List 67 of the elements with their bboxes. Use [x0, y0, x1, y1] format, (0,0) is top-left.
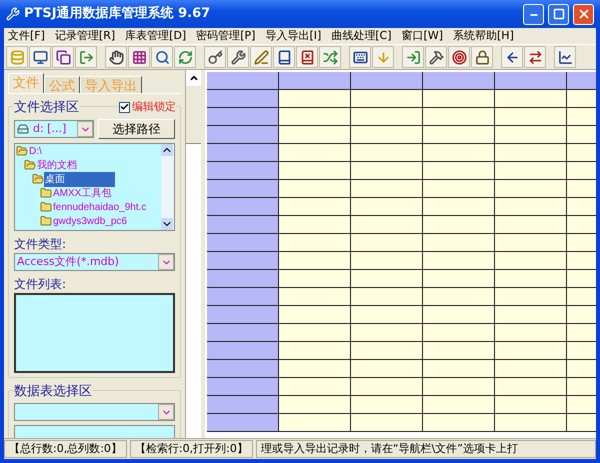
tree-item[interactable]: 桌面 [44, 172, 115, 186]
drive-icon [17, 123, 29, 135]
up-chevron-icon[interactable] [188, 73, 198, 83]
target-icon[interactable] [448, 46, 470, 68]
exit-door-icon[interactable] [75, 46, 97, 68]
pen-icon[interactable] [250, 46, 272, 68]
down-chevron-icon[interactable] [161, 218, 173, 230]
import-icon[interactable] [402, 46, 424, 68]
scrollbar-thumb[interactable] [186, 86, 201, 144]
file-list[interactable] [14, 293, 175, 373]
folder-icon [40, 215, 52, 227]
field-label: 文件列表: [14, 276, 68, 293]
book-delete-icon[interactable] [296, 46, 318, 68]
menu-item[interactable]: 系统帮助[H] [453, 28, 514, 44]
menu-item[interactable]: 导入导出[I] [265, 28, 322, 44]
status-text: 【检索行:0,打开列:0】 [130, 440, 253, 458]
grid-icon[interactable] [128, 46, 150, 68]
folder-icon [40, 201, 52, 213]
menu-item[interactable]: 库表管理[D] [125, 28, 186, 44]
open-folder-icon [16, 145, 28, 157]
computer-icon[interactable] [29, 46, 51, 68]
tree-item[interactable]: fennudehaidao_9ht.c [52, 200, 148, 214]
line-chart-icon[interactable] [554, 46, 576, 68]
menu-item[interactable]: 密码管理[P] [196, 28, 256, 44]
maximize-icon [552, 8, 564, 20]
keyboard-icon[interactable] [349, 46, 371, 68]
minimize-button[interactable] [523, 4, 544, 24]
file-type-dropdown[interactable]: Access文件(*.mdb) [14, 253, 175, 271]
checkbox-label: 编辑锁定 [132, 99, 176, 115]
menu-item[interactable]: 曲线处理[C] [331, 28, 392, 44]
up-chevron-icon[interactable] [161, 144, 173, 156]
swap-icon[interactable] [524, 46, 546, 68]
menu-item[interactable]: 文件[F] [8, 28, 45, 44]
scrollbar[interactable] [185, 70, 201, 438]
close-button[interactable] [573, 4, 594, 24]
drive-dropdown[interactable]: d: [...] [14, 120, 94, 138]
book-icon[interactable] [273, 46, 295, 68]
shuffle-icon[interactable] [319, 46, 341, 68]
copy-icon[interactable] [52, 46, 74, 68]
lock-icon[interactable] [471, 46, 493, 68]
hammer-icon[interactable] [425, 46, 447, 68]
refresh-icon[interactable] [174, 46, 196, 68]
close-icon [576, 7, 590, 21]
scrollbar[interactable] [161, 144, 174, 230]
tree-item[interactable]: AMXX工具包 [52, 186, 112, 200]
menu-item[interactable]: 窗口[W] [402, 28, 443, 44]
table-dropdown[interactable] [14, 403, 175, 421]
wrench-icon[interactable] [227, 46, 249, 68]
folder-tree[interactable]: D:\ 我的文档 桌面 AMXX工具包 fennudehaidao_9ht.c gwdys3wdb_pc6 [14, 143, 175, 231]
tools-icon [6, 7, 20, 21]
window-title: PTSJ通用数据库管理系统 9.67 [24, 4, 212, 24]
key-icon[interactable] [204, 46, 226, 68]
tree-item[interactable]: D:\ [28, 144, 43, 158]
choose-path-button[interactable]: 选择路径 [98, 119, 175, 139]
open-folder-icon [32, 173, 44, 185]
status-text: 理或导入导出记录时，请在“导航栏\文件”选项卡上打 [256, 440, 596, 458]
hand-icon[interactable] [105, 46, 127, 68]
tree-item[interactable]: 我的文档 [36, 158, 78, 172]
open-folder-icon [24, 159, 36, 171]
checkbox[interactable] [119, 102, 130, 113]
maximize-button[interactable] [548, 4, 569, 24]
folder-icon [40, 187, 52, 199]
search-icon[interactable] [151, 46, 173, 68]
status-text: 【总行数:0,总列数:0】 [4, 440, 127, 458]
tree-item[interactable]: gwdys3wdb_pc6 [52, 214, 128, 228]
field-label: 文件类型: [14, 236, 68, 253]
menu-item[interactable]: 记录管理[R] [54, 28, 116, 44]
